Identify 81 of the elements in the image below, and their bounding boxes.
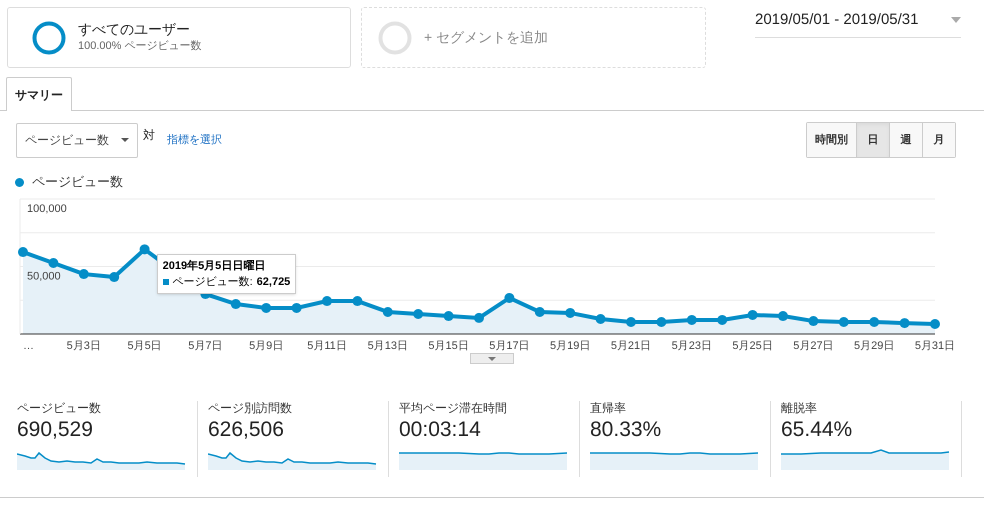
data-point: [748, 310, 758, 320]
data-point: [109, 272, 120, 282]
versus-label: 対: [143, 127, 155, 144]
date-range-picker[interactable]: 2019/05/01 - 2019/05/31: [755, 7, 961, 38]
series-square-icon: [162, 279, 169, 285]
x-axis-label: 5月21日: [610, 340, 652, 352]
x-axis-label: 5月23日: [672, 340, 712, 352]
data-point: [413, 309, 424, 320]
tab[interactable]: サマリー: [6, 77, 72, 111]
data-point: [382, 307, 393, 317]
metric-label: 直帰率: [590, 401, 627, 416]
segment-card[interactable]: すべてのユーザー 100.00% ページビュー数: [7, 7, 351, 68]
data-point: [474, 312, 484, 323]
expand-handle[interactable]: [470, 353, 514, 364]
metric-value: 626,506: [208, 417, 285, 443]
data-point: [808, 316, 818, 326]
data-point: [140, 244, 150, 254]
x-axis-label: 5月29日: [854, 340, 894, 352]
metric-label: ページビュー数: [17, 401, 102, 416]
metric-label: ページ別訪問数: [208, 401, 293, 416]
add-segment-button[interactable]: + セグメントを追加: [361, 7, 706, 68]
data-point: [778, 311, 788, 322]
x-axis-label: 5月19日: [550, 340, 590, 352]
x-axis-label: 5月3日: [66, 340, 101, 352]
metric-value: 65.44%: [781, 417, 854, 443]
data-point: [261, 302, 272, 313]
data-point: [717, 314, 728, 325]
x-axis-label: 5月25日: [732, 340, 773, 352]
metric-dropdown[interactable]: ページビュー数: [16, 122, 138, 158]
legend-label: ページビュー数: [32, 173, 123, 192]
data-point: [596, 314, 606, 324]
metric-value: 80.33%: [590, 417, 662, 443]
data-point: [900, 318, 910, 328]
segment-subtitle: 100.00% ページビュー数: [78, 39, 202, 54]
granularity-button[interactable]: 日: [856, 123, 889, 157]
x-axis-label: 5月15日: [428, 340, 469, 352]
data-point: [78, 269, 89, 280]
ring-icon: [32, 20, 66, 54]
granularity-button[interactable]: 月: [922, 123, 955, 157]
data-point: [565, 308, 576, 318]
y-axis-label: 50,000: [27, 270, 61, 282]
metric-value: 00:03:14: [399, 417, 482, 443]
caret-icon: [488, 356, 496, 360]
data-point: [444, 311, 454, 322]
caret-icon: [951, 17, 961, 24]
tooltip-label: ページビュー数:: [172, 275, 253, 290]
tooltip-title: 2019年5月5日日曜日: [162, 258, 266, 274]
data-point: [930, 319, 940, 329]
tooltip-value: 62,725: [256, 275, 290, 290]
x-axis-label: 5月13日: [368, 340, 408, 352]
data-point: [534, 307, 545, 317]
data-point: [626, 316, 636, 327]
x-axis-label: 5月27日: [793, 340, 834, 352]
metric-label: 離脱率: [781, 401, 818, 416]
data-point: [322, 296, 332, 306]
select-metric-link[interactable]: 指標を選択: [167, 132, 222, 148]
data-point: [686, 314, 697, 325]
x-axis-label: 5月31日: [914, 340, 956, 352]
caret-icon: [121, 138, 129, 142]
data-point: [869, 316, 880, 327]
granularity-button[interactable]: 時間別: [807, 123, 856, 157]
ring-icon: [378, 20, 412, 54]
segment-title: すべてのユーザー: [78, 20, 191, 38]
data-point: [292, 302, 302, 313]
data-point: [504, 292, 514, 303]
data-point: [656, 316, 666, 327]
x-axis-label: 5月11日: [307, 340, 347, 352]
y-axis-label: 100,000: [27, 203, 67, 215]
metric-label: 平均ページ滞在時間: [399, 401, 508, 416]
data-point: [352, 296, 362, 306]
x-axis-label: 5月7日: [188, 340, 223, 352]
x-axis-label: 5月5日: [127, 340, 162, 352]
x-axis-label: 5月17日: [489, 340, 530, 352]
data-point: [838, 316, 849, 327]
data-point: [18, 247, 28, 258]
x-axis-label: 5月9日: [249, 340, 284, 352]
data-point: [230, 299, 241, 310]
data-point: [48, 258, 58, 268]
metric-value: 690,529: [17, 417, 94, 443]
x-axis-label: …: [23, 340, 34, 352]
granularity-button[interactable]: 週: [889, 123, 922, 157]
